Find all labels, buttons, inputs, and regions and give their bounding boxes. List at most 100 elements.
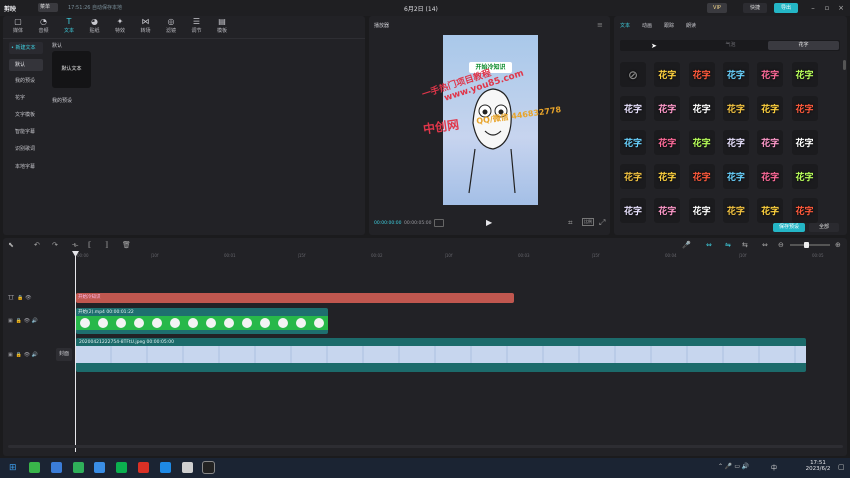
flower-text-item[interactable]: 花字	[722, 62, 749, 87]
flower-text-item[interactable]: 花字	[722, 96, 749, 121]
flower-text-item[interactable]: 花字	[688, 164, 715, 189]
tab-1[interactable]: 动画	[642, 22, 652, 29]
flower-text-item[interactable]: 花字	[757, 164, 784, 189]
start-icon[interactable]: ⊞	[9, 463, 19, 473]
flower-text-item[interactable]: 花字	[654, 198, 681, 223]
flower-text-item[interactable]: 花字	[722, 198, 749, 223]
default-text-card[interactable]: 默认文本	[52, 51, 91, 88]
toolbar-4[interactable]: ✦ 特效	[107, 17, 133, 35]
flower-text-item[interactable]: 花字	[654, 164, 681, 189]
toolbar-8[interactable]: ▤ 模板	[209, 17, 235, 35]
sidebar-item-3[interactable]: 花字	[9, 92, 43, 104]
shortcut-button[interactable]: 快捷	[743, 3, 767, 13]
split-left-icon[interactable]: ⟦	[88, 241, 91, 249]
tab-0[interactable]: 文本	[620, 22, 630, 29]
flower-text-item[interactable]: 花字	[688, 130, 715, 155]
fullscreen-icon[interactable]: ⤢	[599, 218, 605, 228]
sidebar-item-6[interactable]: 识别歌词	[9, 143, 43, 155]
taskbar-app-icon[interactable]	[72, 462, 84, 473]
mic-icon[interactable]: 🎤	[682, 241, 691, 249]
flower-text-item[interactable]: 花字	[791, 198, 818, 223]
taskbar-app-icon[interactable]	[29, 462, 40, 473]
link-icon[interactable]: ⇔	[706, 241, 712, 249]
flower-text-item[interactable]: 花字	[757, 198, 784, 223]
taskbar-app-icon[interactable]	[138, 462, 149, 473]
timeline-scrollbar[interactable]	[8, 445, 843, 448]
flower-text-item[interactable]: 花字	[722, 130, 749, 155]
flower-text-item[interactable]: 花字	[688, 96, 715, 121]
save-preset-button[interactable]: 保存预设	[773, 223, 805, 232]
cover-button[interactable]: 封面	[56, 348, 72, 361]
vip-badge[interactable]: VIP	[707, 3, 727, 13]
tray-icons[interactable]: ⌃ 🎤 ▭ 🔊	[718, 463, 749, 470]
play-icon[interactable]: ▶	[486, 218, 492, 227]
flower-text-item[interactable]: 花字	[757, 130, 784, 155]
flower-text-item[interactable]: 花字	[757, 96, 784, 121]
subtab-2[interactable]: 花字	[768, 41, 839, 50]
zoom-out-icon[interactable]: ⊖	[778, 241, 784, 249]
fit-icon[interactable]: ⌗	[568, 218, 573, 228]
toolbar-5[interactable]: ⋈ 转场	[133, 17, 159, 35]
sidebar-item-1[interactable]: 默认	[9, 59, 43, 71]
close-icon[interactable]: ×	[836, 3, 846, 13]
flower-text-item[interactable]: 花字	[620, 130, 646, 155]
toolbar-3[interactable]: ◕ 贴纸	[82, 17, 108, 35]
export-button[interactable]: 导出	[774, 3, 798, 13]
toolbar-2[interactable]: T 文本	[56, 17, 82, 35]
none-option-icon[interactable]: ⊘	[620, 62, 646, 87]
flower-text-item[interactable]: 花字	[791, 164, 818, 189]
toolbar-7[interactable]: ☰ 调节	[184, 17, 210, 35]
preview-axis-icon[interactable]: ⇆	[742, 241, 748, 249]
redo-icon[interactable]: ↷	[52, 241, 58, 249]
sidebar-item-0[interactable]: • 新建文本	[9, 42, 43, 54]
apply-all-button[interactable]: 全部	[809, 223, 839, 232]
video-clip[interactable]: 20200421222754-8TFtU.jpeg 00:00:05:00	[76, 338, 806, 372]
flower-text-item[interactable]: 花字	[620, 164, 646, 189]
taskbar-app-icon[interactable]	[94, 462, 106, 473]
flower-text-item[interactable]: 花字	[791, 96, 818, 121]
taskbar-app-icon[interactable]	[181, 462, 193, 473]
notification-icon[interactable]: ▢	[838, 463, 845, 471]
undo-icon[interactable]: ↶	[34, 241, 40, 249]
minimize-icon[interactable]: –	[808, 3, 818, 13]
tab-2[interactable]: 跟踪	[664, 22, 674, 29]
flower-text-item[interactable]: 花字	[620, 96, 646, 121]
toolbar-0[interactable]: ▢ 媒体	[5, 17, 31, 35]
subtab-0[interactable]	[622, 41, 693, 50]
flower-text-item[interactable]: 花字	[654, 130, 681, 155]
flower-text-item[interactable]: 花字	[620, 198, 646, 223]
sidebar-item-4[interactable]: 文字模板	[9, 109, 43, 121]
maximize-icon[interactable]: ▫	[822, 3, 832, 13]
input-language[interactable]: 中	[771, 463, 777, 472]
sidebar-item-5[interactable]: 智能字幕	[9, 126, 43, 138]
split-right-icon[interactable]: ⟧	[105, 241, 108, 249]
subtab-1[interactable]: 气泡	[695, 41, 766, 50]
sticker-clip[interactable]: 开始(2).mp4 00:00:01:22	[76, 308, 328, 334]
clock[interactable]: 17:51 2023/6/2	[803, 460, 833, 472]
sidebar-item-7[interactable]: 本地字幕	[9, 161, 43, 173]
toolbar-1[interactable]: ◔ 音频	[31, 17, 57, 35]
taskbar-app-icon[interactable]	[159, 462, 171, 473]
taskbar-app-icon[interactable]	[202, 461, 216, 474]
taskbar-app-icon[interactable]	[116, 462, 128, 473]
split-icon[interactable]: ⟛	[72, 241, 78, 250]
flower-text-item[interactable]: 花字	[722, 164, 749, 189]
flower-text-item[interactable]: 花字	[688, 62, 715, 87]
select-icon[interactable]: ⬉	[8, 241, 14, 249]
frame-icon[interactable]	[434, 219, 444, 227]
menu-button[interactable]: 菜单	[38, 3, 58, 12]
zoom-slider-handle[interactable]	[804, 242, 809, 248]
tab-3[interactable]: 朗读	[686, 22, 696, 29]
menu-icon[interactable]: ≡	[597, 21, 603, 29]
text-clip[interactable]: 开始冷知识	[76, 293, 514, 303]
delete-icon[interactable]: 🗑	[122, 241, 131, 249]
flower-text-item[interactable]: 花字	[654, 96, 681, 121]
taskbar-app-icon[interactable]	[50, 462, 62, 473]
scrollbar[interactable]	[843, 60, 846, 70]
ratio-button[interactable]: 比例	[582, 218, 594, 226]
magnet-icon[interactable]: ⇋	[725, 241, 731, 249]
zoom-slider[interactable]	[790, 244, 830, 246]
flower-text-item[interactable]: 花字	[654, 62, 681, 87]
snap-icon[interactable]: ⇔	[762, 241, 768, 249]
flower-text-item[interactable]: 花字	[757, 62, 784, 87]
